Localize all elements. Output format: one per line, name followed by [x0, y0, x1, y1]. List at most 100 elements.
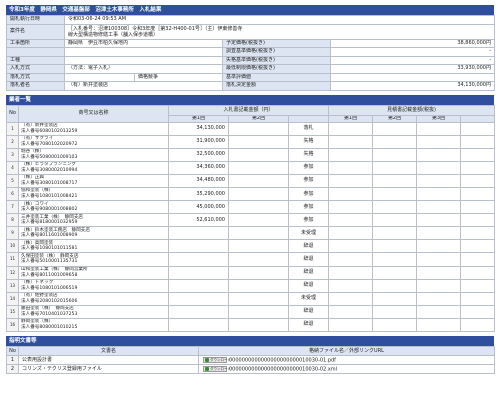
table-row: 13 （株）トネック 法人番号1080101006519 辞退	[6, 278, 496, 293]
fail-price-label: 失格基準価格(税抜き)	[222, 55, 331, 65]
row-number: 4	[6, 160, 19, 175]
row-number: 10	[6, 239, 19, 254]
estimate-round-3	[416, 278, 462, 293]
estimated-price-label: 予定価格(税抜き)	[222, 38, 331, 48]
row-number: 14	[6, 291, 19, 306]
doc-col-file-header: 格納ファイル名／外部リンクURL	[198, 346, 495, 356]
table-row: 2 コリンズ・テクリス登録用ファイル ダウンロード00000000000000000…	[6, 364, 495, 374]
bid-amount-round-2	[228, 186, 289, 202]
work-type-value	[64, 55, 223, 65]
case-name-label: 案件名	[6, 23, 65, 40]
download-button[interactable]: ダウンロード	[203, 365, 231, 372]
estimate-round-3	[416, 317, 462, 333]
bid-amount-round-2	[228, 226, 289, 241]
row-number: 6	[6, 186, 19, 202]
bid-method-value: （方法：電子入札）	[64, 64, 223, 74]
estimate-round-3	[416, 134, 462, 149]
estimate-round-1	[328, 239, 374, 254]
estimate-round-2	[372, 121, 418, 136]
estimate-round-1	[328, 147, 374, 162]
estimate-round-3	[416, 239, 462, 254]
estimate-extra	[460, 173, 496, 188]
table-row: 8 三井塗装工業（株） 静岡支店 法人番号8180001032959 52,610,0…	[6, 213, 496, 228]
col-bid-round-1: 第1回	[168, 114, 229, 123]
bid-amount-round-1	[168, 239, 229, 254]
document-name: 公表用設計書	[18, 355, 199, 365]
corporate-number: 法人番号3080101008717	[21, 180, 78, 186]
bidder-name-cell: （株）正興 法人番号3080101008717	[18, 173, 169, 188]
estimate-round-2	[372, 160, 418, 175]
table-row: 10 （株）高岡塗装 法人番号1080101011581 辞退	[6, 239, 496, 254]
estimate-round-3	[416, 147, 462, 162]
location-blank-value	[64, 47, 223, 57]
corporate-number: 法人番号1080101006519	[21, 285, 78, 291]
corporate-number: 法人番号9080001008802	[21, 207, 78, 213]
estimate-extra	[460, 265, 496, 280]
corporate-number: 法人番号8180001032959	[21, 220, 78, 226]
estimate-round-3	[416, 265, 462, 280]
document-rows: 1 公表用設計書 ダウンロード000000000000000000000001003…	[6, 355, 495, 374]
table-row: 4 （株）ヒラタプランニング 法人番号3080002010994 34,360,000…	[6, 160, 496, 175]
estimate-extra	[460, 226, 496, 241]
bid-amount-round-2	[228, 213, 289, 228]
col-estimate-round-3: 第3回	[416, 114, 462, 123]
table-row: 16 静岡塗装（株） 法人番号8080001010215 辞退	[6, 317, 496, 333]
row-number: 8	[6, 213, 19, 228]
bidder-name-cell: 藤田塗装（株） 静岡支店 法人番号7010401037253	[18, 304, 169, 319]
estimate-round-1	[328, 121, 374, 136]
col-estimate-round-2: 第2回	[372, 114, 418, 123]
table-row: 1 （有）新井塗装店 法人番号6080102013259 34,130,000 落札	[6, 121, 496, 136]
bidder-name-cell: （株）トネック 法人番号1080101006519	[18, 278, 169, 293]
estimate-round-1	[328, 317, 374, 333]
bid-amount-round-2	[228, 121, 289, 136]
document-name: コリンズ・テクリス登録用ファイル	[18, 364, 199, 374]
bid-amount-round-1: 35,290,000	[168, 186, 229, 202]
estimate-round-3	[416, 160, 462, 175]
bid-amount-round-2	[228, 173, 289, 188]
estimate-round-1	[328, 186, 374, 202]
col-bid-round-2: 第2回	[228, 114, 289, 123]
bid-status: 辞退	[287, 317, 330, 333]
corporate-number: 法人番号1080101008421	[21, 194, 78, 200]
bid-status: 辞退	[287, 265, 330, 280]
estimate-extra	[460, 213, 496, 228]
document-file-link[interactable]: 0000000000000000000000010030-02.xml	[229, 366, 337, 372]
estimate-round-3	[416, 213, 462, 228]
award-method-value: 価格競争	[134, 72, 223, 82]
estimate-extra	[460, 121, 496, 136]
page-title: 令和3年度 静岡県 交通基盤部 沼津土木事務所 入札結果	[6, 5, 494, 15]
corporate-number: 法人番号8011601008909	[21, 233, 78, 239]
bid-amount-round-2	[228, 304, 289, 319]
bidder-name-cell: 三井塗装工業（株） 静岡支店 法人番号8180001032959	[18, 213, 169, 228]
estimate-round-2	[372, 278, 418, 293]
estimate-extra	[460, 291, 496, 306]
bidder-name-cell: （株）コワイ 法人番号9080001008802	[18, 200, 169, 215]
bid-status: 辞退	[287, 278, 330, 293]
award-amount-value: 34,130,000円	[330, 81, 495, 91]
bid-amount-round-1: 34,360,000	[168, 160, 229, 175]
corporate-number: 法人番号5080001009103	[21, 154, 78, 160]
bid-result-page: 令和3年度 静岡県 交通基盤部 沼津土木事務所 入札結果 開札執行日時 令和03…	[0, 0, 500, 413]
table-row: 3 堀谷（株） 法人番号5080001009103 32,500,000 失格	[6, 147, 496, 162]
corporate-number: 法人番号1080101011581	[21, 246, 78, 252]
bid-amount-round-2	[228, 291, 289, 306]
corporate-number: 法人番号7080102020972	[21, 141, 78, 147]
estimate-round-1	[328, 304, 374, 319]
download-label: ダウンロード	[210, 366, 231, 371]
estimate-round-2	[372, 239, 418, 254]
bidder-rows: 1 （有）新井塗装店 法人番号6080102013259 34,130,000 落札 2 （…	[6, 121, 496, 333]
bidder-name-cell: （有）サクライ 法人番号7080102020972	[18, 134, 169, 149]
award-amount-label: 落札決定金額	[222, 81, 331, 91]
estimate-round-2	[372, 186, 418, 202]
estimate-round-2	[372, 200, 418, 215]
tender-info-table: 開札執行日時 令和03-06-24 09:53 AM 案件名 ［入札番号：沼津1…	[6, 15, 495, 91]
bid-status: 辞退	[287, 252, 330, 267]
download-button[interactable]: ダウンロード	[203, 356, 231, 363]
bidder-name-cell: 協和塗装（株） 法人番号1080101008421	[18, 186, 169, 202]
bid-amount-round-2	[228, 134, 289, 149]
download-icon	[205, 367, 209, 372]
bid-amount-round-1: 34,130,000	[168, 121, 229, 136]
estimate-extra	[460, 147, 496, 162]
construction-site-value: 静岡県 伊豆市柏久保地内	[64, 38, 223, 48]
document-file-link[interactable]: 0000000000000000000000010030-01.pdf	[229, 357, 336, 363]
